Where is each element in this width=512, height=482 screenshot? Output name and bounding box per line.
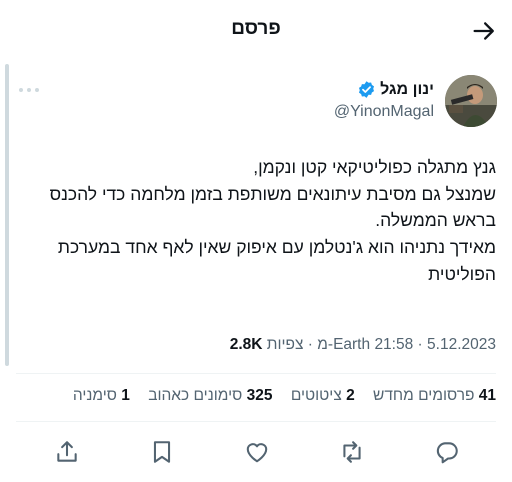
likes-label: סימונים כאהוב [148, 387, 243, 404]
scrollbar[interactable] [5, 64, 9, 366]
tweet-author[interactable]: ינון מגל @YinonMagal [237, 75, 497, 127]
likes-stat[interactable]: 325 סימונים כאהוב [148, 387, 272, 404]
reposts-count: 41 [478, 387, 496, 404]
top-bar: פרסם [0, 0, 512, 62]
heart-icon[interactable] [244, 439, 270, 465]
arrow-right-icon[interactable] [470, 17, 498, 45]
verified-badge-icon [359, 81, 375, 98]
tweet-source: Earth-מ [317, 336, 371, 353]
avatar[interactable] [445, 75, 497, 127]
share-icon[interactable] [54, 439, 80, 465]
bookmarks-count: 1 [121, 387, 130, 404]
separator: · [417, 336, 423, 353]
views-count: 2.8K [229, 336, 263, 353]
tweet-text: גנץ מתגלה כפוליטיקאי קטן ונקמן, שמנצל גם… [11, 154, 496, 288]
action-bar [16, 432, 496, 472]
separator: · [307, 336, 313, 353]
tweet-line: הפוליטית [428, 263, 496, 284]
more-dots-icon[interactable] [18, 82, 40, 98]
likes-count: 325 [246, 387, 273, 404]
reposts-label: פרסומים מחדש [373, 387, 475, 404]
views-label: צפיות [266, 336, 304, 353]
display-name[interactable]: ינון מגל [380, 81, 434, 99]
quotes-label: ציטוטים [290, 387, 342, 404]
quotes-count: 2 [346, 387, 355, 404]
retweet-icon[interactable] [339, 439, 365, 465]
tweet-line: בראש הממשלה. [375, 210, 496, 231]
tweet-line: גנץ מתגלה כפוליטיקאי קטן ונקמן, [253, 157, 496, 177]
page-title: פרסם [231, 18, 281, 39]
tweet-time[interactable]: 21:58 [374, 336, 413, 353]
divider [16, 421, 496, 422]
engagement-stats: 41 פרסומים מחדש 2 ציטוטים 325 סימונים כא… [59, 387, 496, 405]
tweet-meta: 5.12.2023 · 21:58 Earth-מ · צפיות 2.8K [230, 336, 496, 354]
bookmarks-stat[interactable]: 1 סימניה [73, 387, 130, 404]
reply-icon[interactable] [434, 439, 460, 465]
divider [16, 373, 496, 374]
tweet-date[interactable]: 5.12.2023 [427, 336, 496, 353]
user-handle[interactable]: @YinonMagal [334, 103, 434, 121]
reposts-stat[interactable]: 41 פרסומים מחדש [373, 387, 496, 404]
bookmark-icon[interactable] [149, 439, 175, 465]
tweet-line: שמנצל גם מסיבת עיתונאים משותפת בזמן מלחמ… [49, 183, 496, 204]
bookmarks-label: סימניה [72, 387, 117, 404]
quotes-stat[interactable]: 2 ציטוטים [291, 387, 355, 404]
tweet-line: מאידך נתניהו הוא ג'נטלמן עם איפוק שאין ל… [57, 237, 496, 258]
